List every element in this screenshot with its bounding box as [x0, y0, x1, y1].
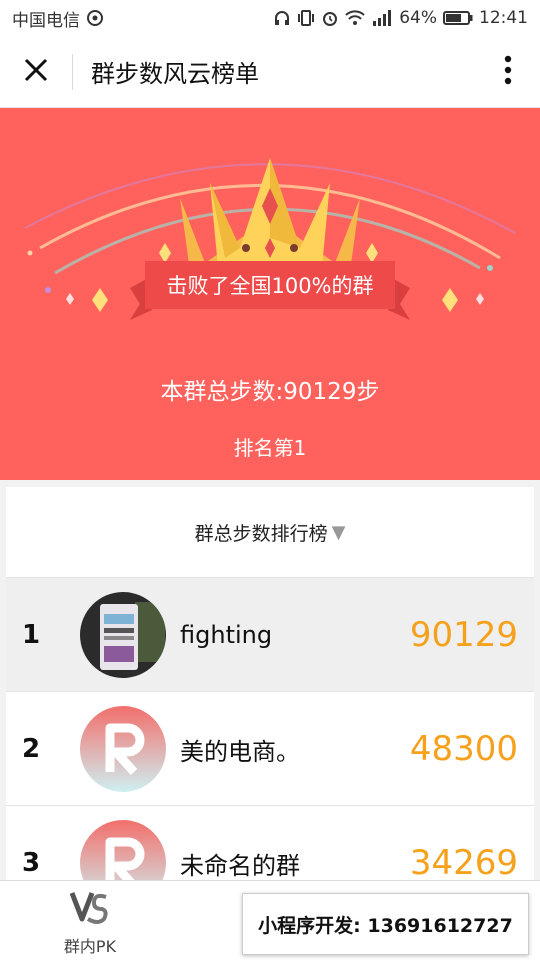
app-screen: 中国电信 64% 12:41 群步数风云榜单 击败了全国100%的群 本群总步数…	[0, 0, 540, 960]
page-title: 群步数风云榜单	[91, 60, 259, 88]
close-button[interactable]	[0, 36, 72, 108]
rank-number: 1	[22, 620, 41, 650]
list-header-title: 群总步数排行榜	[194, 522, 328, 545]
signal-icon	[371, 10, 393, 26]
group-name: 美的电商。	[180, 737, 300, 766]
nav-bar: 群步数风云榜单	[0, 36, 540, 108]
status-bar: 中国电信 64% 12:41	[0, 0, 540, 36]
ranking-panel: 群总步数排行榜 ▼ 1 fighting 90129 2 美的电商。 48300…	[6, 487, 534, 919]
promo-banner[interactable]: 小程序开发: 13691612727	[242, 893, 529, 955]
group-avatar-r-logo	[80, 706, 166, 792]
alarm-icon	[321, 9, 339, 27]
hero-banner: 击败了全国100%的群 本群总步数:90129步 排名第1	[0, 108, 540, 480]
rank-number: 2	[22, 734, 41, 764]
defeat-text: 击败了全国100%的群	[166, 274, 374, 298]
total-steps: 本群总步数:90129步	[160, 379, 380, 405]
battery-icon	[443, 10, 473, 26]
carrier-label: 中国电信	[12, 10, 80, 31]
vs-icon	[68, 892, 112, 931]
headphone-icon	[273, 9, 291, 27]
rank-text: 排名第1	[233, 436, 307, 460]
step-count: 90129	[409, 615, 518, 655]
nav-divider	[72, 53, 73, 90]
more-vertical-icon	[504, 55, 512, 89]
list-header[interactable]: 群总步数排行榜 ▼	[6, 487, 534, 577]
close-icon	[23, 57, 49, 87]
step-count: 48300	[409, 729, 518, 769]
sort-dropdown-icon: ▼	[331, 521, 346, 543]
more-menu-button[interactable]	[476, 36, 540, 108]
group-avatar-photo	[80, 592, 166, 678]
wifi-icon	[345, 10, 365, 26]
tab-group-pk-label: 群内PK	[63, 937, 117, 956]
vibrate-icon	[297, 9, 315, 27]
battery-percent: 64%	[399, 8, 437, 28]
group-name: fighting	[180, 621, 273, 649]
hd-call-icon	[86, 9, 104, 27]
ranking-row[interactable]: 1 fighting 90129	[6, 577, 534, 691]
clock: 12:41	[479, 8, 528, 28]
ranking-row[interactable]: 2 美的电商。 48300	[6, 691, 534, 805]
tab-group-pk[interactable]: 群内PK	[40, 887, 140, 957]
